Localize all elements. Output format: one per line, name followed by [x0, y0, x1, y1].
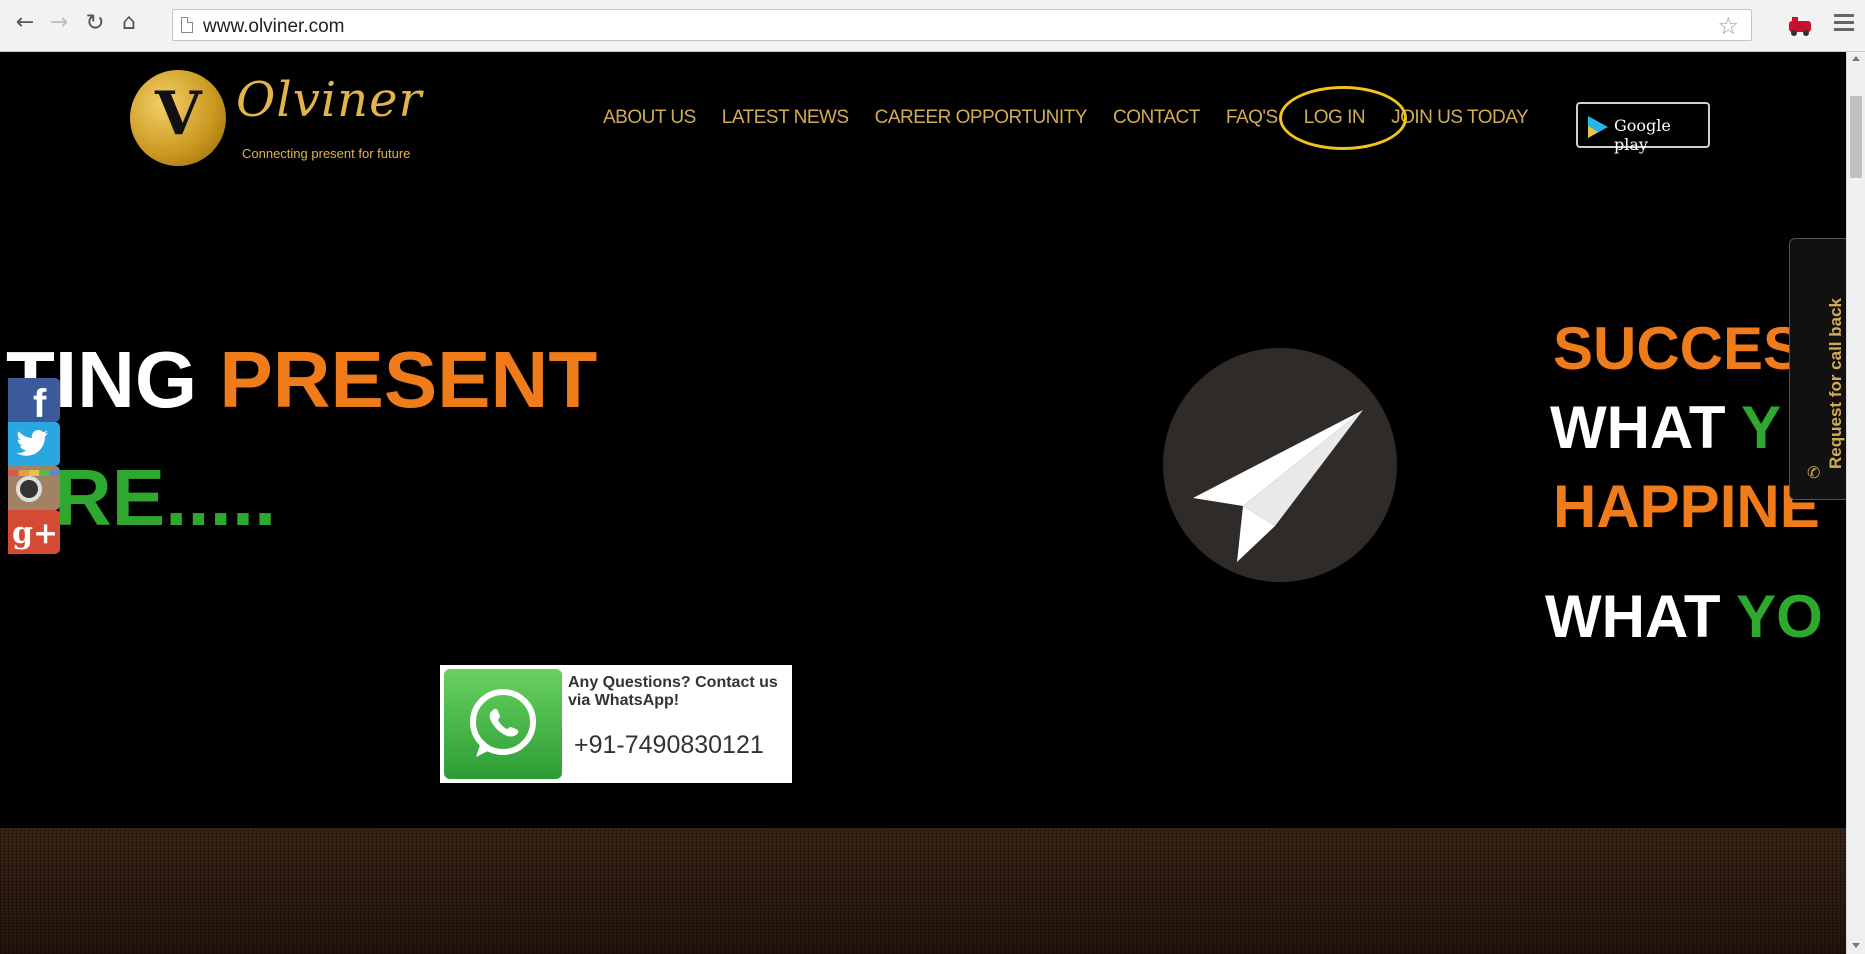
whatsapp-question: Any Questions? Contact us via WhatsApp! [568, 674, 778, 709]
whatsapp-icon [444, 669, 562, 779]
main-nav: ABOUT US LATEST NEWS CAREER OPPORTUNITY … [603, 107, 1554, 129]
menu-icon[interactable] [1834, 14, 1854, 35]
google-play-label: Google play [1614, 116, 1671, 154]
hero-right-line2: WHAT Y [1550, 393, 1781, 462]
request-callback-tab[interactable]: Request for call back ✆ [1789, 238, 1846, 500]
hero-right-line2-white: WHAT [1550, 394, 1742, 461]
nav-latest-news[interactable]: LATEST NEWS [722, 107, 849, 129]
extension-icon[interactable] [1786, 13, 1814, 37]
nav-contact[interactable]: CONTACT [1113, 107, 1200, 129]
whatsapp-contact-box[interactable]: Any Questions? Contact us via WhatsApp! … [440, 665, 792, 783]
phone-icon: ✆ [1807, 463, 1821, 482]
nav-career-opportunity[interactable]: CAREER OPPORTUNITY [875, 107, 1088, 129]
reload-icon[interactable]: ↻ [82, 10, 108, 36]
address-bar[interactable]: www.olviner.com ☆ [172, 9, 1752, 41]
nav-about-us[interactable]: ABOUT US [603, 107, 696, 129]
whatsapp-phone[interactable]: +91-7490830121 [574, 731, 764, 760]
hero-right-line4-green: YO [1736, 583, 1823, 650]
site-logo[interactable]: V Olviner Connecting present for future [130, 66, 450, 170]
web-page: V Olviner Connecting present for future … [0, 52, 1846, 954]
hero-left-line2: RE..... [54, 453, 277, 542]
login-highlight-circle [1279, 86, 1407, 150]
scroll-down-icon[interactable] [1852, 943, 1860, 948]
page-scrollbar[interactable] [1846, 52, 1865, 954]
google-play-icon [1588, 116, 1608, 138]
textured-footer-band [0, 828, 1846, 954]
hero-left-line1: TING PRESENT [6, 334, 597, 426]
hero-right-line4-white: WHAT [1545, 583, 1737, 650]
scroll-up-icon[interactable] [1852, 56, 1860, 61]
instagram-icon[interactable] [8, 466, 60, 510]
hero-right-line2-green: Y [1741, 394, 1782, 461]
hero-right-line3: HAPPINE [1553, 473, 1820, 540]
browser-toolbar: ← → ↻ ⌂ www.olviner.com ☆ [0, 0, 1865, 52]
hero-right-line4: WHAT YO [1545, 582, 1823, 651]
star-icon[interactable]: ☆ [1717, 12, 1739, 40]
facebook-icon[interactable]: f [8, 378, 60, 426]
logo-name: Olviner [236, 72, 423, 128]
nav-faqs[interactable]: FAQ'S [1226, 107, 1278, 129]
nav-join-us-today[interactable]: JOIN US TODAY [1391, 107, 1529, 129]
google-plus-icon[interactable]: g+ [8, 510, 60, 554]
url-text[interactable]: www.olviner.com [203, 16, 345, 38]
hero-left-line1-orange: PRESENT [219, 335, 598, 424]
google-play-button[interactable]: Google play [1576, 102, 1710, 154]
home-icon[interactable]: ⌂ [116, 10, 142, 36]
logo-tagline: Connecting present for future [242, 146, 411, 161]
hero-right-line1: SUCCES [1553, 315, 1804, 382]
logo-letter: V [155, 79, 202, 149]
back-icon[interactable]: ← [12, 10, 38, 36]
page-icon [181, 17, 193, 33]
twitter-icon[interactable] [8, 422, 60, 466]
callback-label: Request for call back [1826, 297, 1845, 469]
paper-plane-icon [1163, 348, 1397, 582]
forward-icon[interactable]: → [46, 10, 72, 36]
scroll-thumb[interactable] [1850, 96, 1862, 178]
